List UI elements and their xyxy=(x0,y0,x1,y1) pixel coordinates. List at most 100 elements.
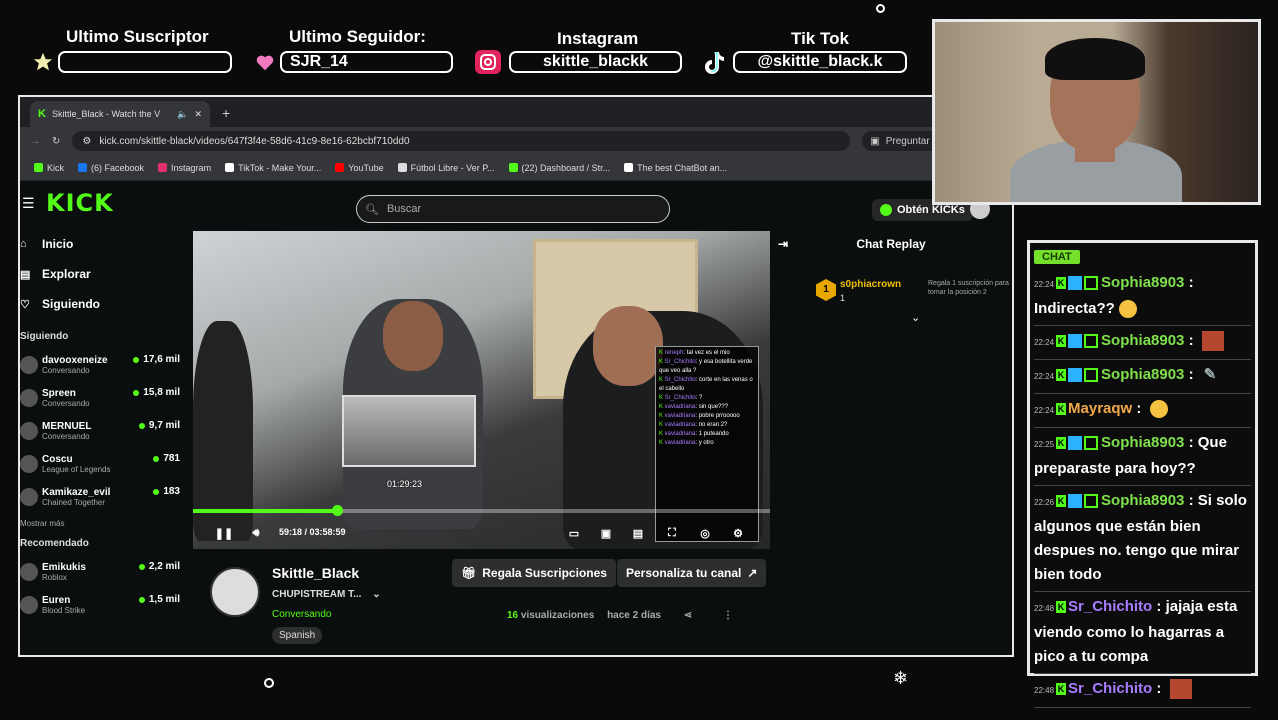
nav-item-explorar[interactable]: ▤ Explorar xyxy=(20,259,188,289)
chevron-down-icon[interactable]: ⌄ xyxy=(911,311,920,324)
url-text: kick.com/skittle-black/videos/647f3f4e-5… xyxy=(99,135,410,147)
sub-badge-icon xyxy=(1068,334,1083,349)
nav-item-inicio[interactable]: ⌂ Inicio xyxy=(20,229,188,259)
chat-replay-panel: ⇥ Chat Replay 1 s0phiacrown 1 Regala 1 s… xyxy=(770,229,1012,655)
share-icon[interactable]: ⋖ xyxy=(684,610,692,621)
gift-subs-button[interactable]: 🎁︎ Regala Suscripciones xyxy=(452,559,616,587)
channel-text: Emikukis Roblox xyxy=(42,562,86,582)
channel-name: Euren xyxy=(42,594,71,606)
emote-icon xyxy=(1201,331,1224,352)
forward-icon[interactable]: → xyxy=(30,136,40,147)
message-colon: : xyxy=(1132,400,1146,417)
sidebar-channel[interactable]: Coscu League of Legends 781 xyxy=(20,447,188,480)
close-tab-icon[interactable]: ✕ xyxy=(194,109,202,120)
overlay-subscriber-value xyxy=(58,51,232,73)
progress-knob[interactable] xyxy=(332,505,344,516)
overlay-instagram-label: Instagram xyxy=(557,29,639,48)
chat-message: 22:24 K Sophia8903 : ✎ xyxy=(1034,360,1251,394)
channel-category: Conversando xyxy=(42,365,90,375)
bookmark-item[interactable]: YouTube xyxy=(335,162,384,173)
bookmark-item[interactable]: Fútbol Libre - Ver P... xyxy=(397,163,495,173)
customize-channel-button[interactable]: Personaliza tu canal ↗ xyxy=(617,559,767,587)
bookmark-label: YouTube xyxy=(348,162,384,173)
bookmark-item[interactable]: TikTok - Make Your... xyxy=(225,163,321,173)
category-link[interactable]: Conversando xyxy=(272,609,331,620)
heart-icon: ♡ xyxy=(20,298,30,311)
inner-chat-text: : no eran 2? xyxy=(695,422,728,428)
nav-label: Explorar xyxy=(42,267,91,281)
volume-icon[interactable]: 🔊︎ xyxy=(249,526,263,540)
channel-avatar xyxy=(20,388,38,407)
more-options-icon[interactable]: ⋮ xyxy=(723,610,733,621)
bookmark-item[interactable]: Instagram xyxy=(158,163,211,173)
sidebar-channel[interactable]: Spreen Conversando 15,8 mil xyxy=(20,381,188,414)
kick-page: ☰ KICK 🔍︎ Buscar Obtén KICKs ⌂ Inicio ▤ Exp… xyxy=(20,181,1012,655)
gifter-name[interactable]: s0phiacrown xyxy=(840,279,901,290)
bookmark-item[interactable]: Kick xyxy=(34,163,64,173)
sidebar-channel[interactable]: Euren Blood Strike 1,5 mil xyxy=(20,588,188,621)
nav-item-siguiendo[interactable]: ♡ Siguiendo xyxy=(20,289,188,319)
viewer-count: 183 xyxy=(153,486,180,497)
kick-logo[interactable]: KICK xyxy=(46,189,114,217)
new-tab-icon[interactable]: + xyxy=(222,105,230,121)
collapse-chat-icon[interactable]: ⇥ xyxy=(778,237,788,251)
speed-icon[interactable]: ◎ xyxy=(698,526,712,540)
message-user: Sophia8903 xyxy=(1101,332,1185,349)
reload-icon[interactable]: ↻ xyxy=(52,136,60,147)
bookmark-label: The best ChatBot an... xyxy=(637,162,728,173)
gift-count: 1 xyxy=(840,293,846,303)
fullscreen-icon[interactable]: ⛶ xyxy=(665,526,679,540)
overlay-subscriber-label: Ultimo Suscriptor xyxy=(66,27,209,46)
sidebar-channel[interactable]: Emikukis Roblox 2,2 mil xyxy=(20,555,188,588)
video-player[interactable]: K reneph: tal vez es el mio K Sr_Chichito… xyxy=(193,231,770,549)
inner-chat-message: K vaviadriana: no eran 2? xyxy=(659,421,755,430)
channel-category: League of Legends xyxy=(42,464,111,474)
instagram-icon xyxy=(474,49,502,75)
channel-name[interactable]: Skittle_Black xyxy=(272,565,359,581)
channel-avatar[interactable] xyxy=(210,567,260,617)
bookmark-favicon-icon xyxy=(397,163,407,172)
gift-badge-icon xyxy=(1084,368,1099,383)
url-field[interactable]: ⚙ kick.com/skittle-black/videos/647f3f4e… xyxy=(72,131,851,151)
views-label: visualizaciones xyxy=(520,610,595,621)
viewer-count: 17,6 mil xyxy=(133,354,180,365)
inner-chat-text: : 1 puteando xyxy=(695,431,729,437)
browser-tab[interactable]: K Skittle_Black - Watch the V 🔈 ✕ xyxy=(30,101,210,127)
message-colon: : xyxy=(1184,492,1198,509)
kick-badge-icon: K xyxy=(1056,335,1067,348)
settings-gear-icon[interactable]: ⚙ xyxy=(731,526,745,540)
bookmark-item[interactable]: The best ChatBot an... xyxy=(624,163,727,173)
bookmarks-bar: Kick (6) Facebook Instagram TikTok - Make Y… xyxy=(20,155,1012,181)
following-header: Siguiendo xyxy=(20,331,69,342)
sidebar-channel[interactable]: Kamikaze_evil Chained Together 183 xyxy=(20,480,188,513)
emoji-icon xyxy=(1118,300,1137,319)
live-dot-icon xyxy=(153,455,160,462)
search-input[interactable]: 🔍︎ Buscar xyxy=(356,195,670,223)
clip-icon[interactable]: ▤ xyxy=(631,526,645,540)
bookmark-item[interactable]: (6) Facebook xyxy=(78,163,144,173)
pip-icon[interactable]: ▣ xyxy=(599,526,613,540)
viewer-count-text: 183 xyxy=(163,486,180,497)
bookmark-item[interactable]: (22) Dashboard / Str... xyxy=(508,163,610,173)
theater-icon[interactable]: ▭ xyxy=(567,526,581,540)
speaker-icon[interactable]: 🔈 xyxy=(177,109,188,120)
message-user: Sr_Chichito xyxy=(1068,598,1153,615)
menu-icon[interactable]: ☰ xyxy=(22,195,35,212)
viewer-count-text: 2,2 mil xyxy=(148,561,180,572)
inner-chat-message: K Sr_Chichito: y esa botellita verde que… xyxy=(659,358,755,376)
show-more-link[interactable]: Mostrar más xyxy=(20,519,188,528)
site-info-icon[interactable]: ⚙ xyxy=(82,136,91,147)
inner-chat-text: : ? xyxy=(695,395,703,401)
chevron-down-icon[interactable]: ⌄ xyxy=(372,589,380,600)
live-dot-icon xyxy=(138,596,145,603)
pause-icon[interactable]: ❚❚ xyxy=(215,526,233,540)
language-tag[interactable]: Spanish xyxy=(272,627,323,644)
live-dot-icon xyxy=(138,563,145,570)
sidebar-channel[interactable]: MERNUEL Conversando 9,7 mil xyxy=(20,414,188,447)
get-kicks-label: Obtén KICKs xyxy=(897,204,965,216)
viewer-count-text: 9,7 mil xyxy=(148,420,180,431)
sidebar-channel[interactable]: davooxeneize Conversando 17,6 mil xyxy=(20,348,188,381)
kick-badge-icon: K xyxy=(1056,403,1067,416)
progress-bar[interactable] xyxy=(193,509,770,513)
views-row: 16 visualizaciones hace 2 días ⋖ ⋮ xyxy=(507,610,733,621)
